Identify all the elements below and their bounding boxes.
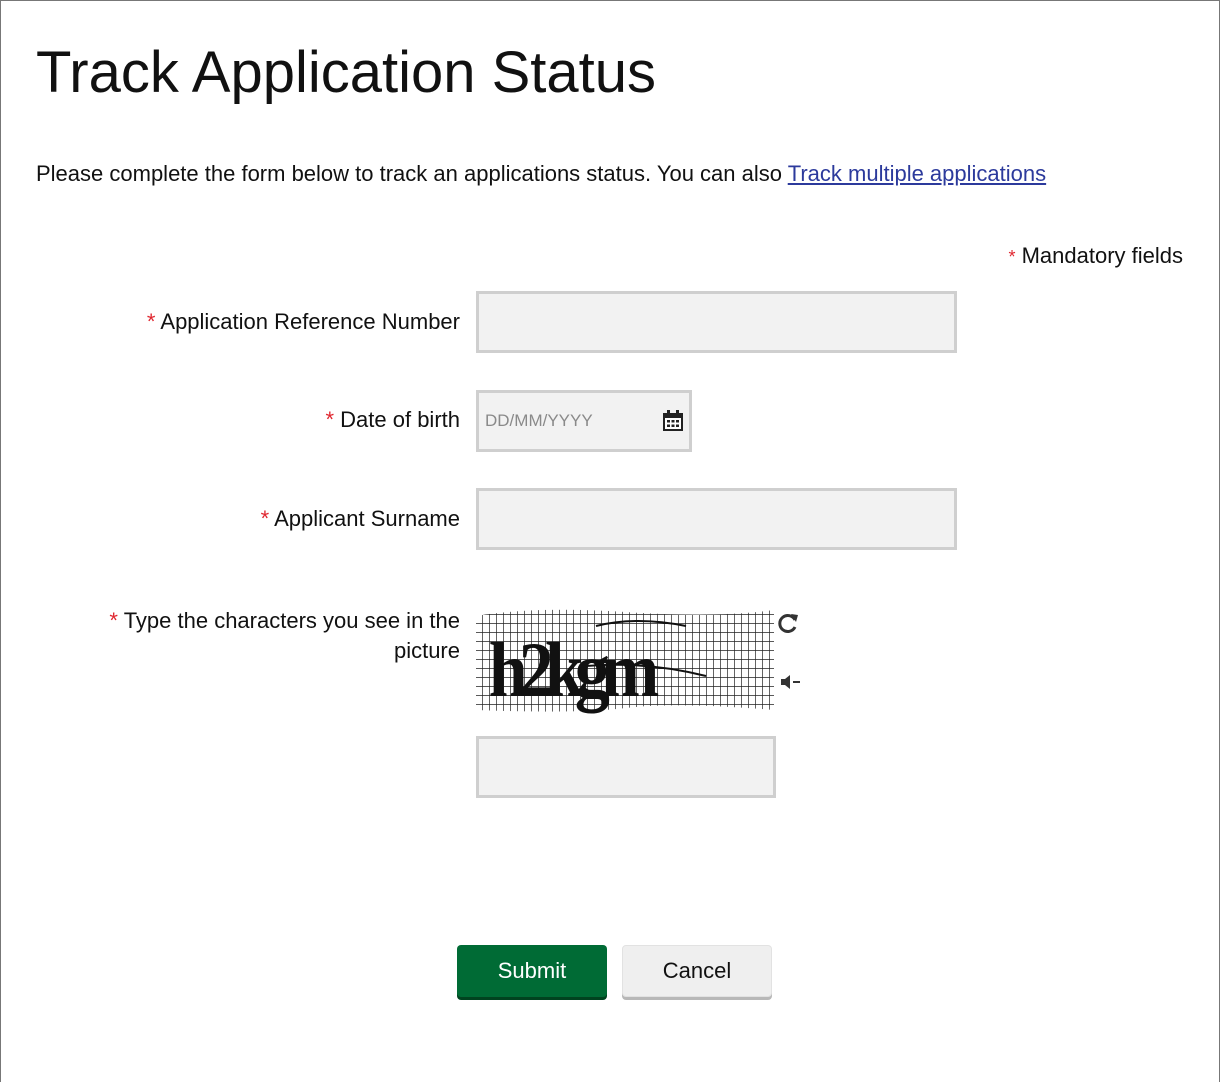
required-marker: * bbox=[109, 608, 118, 633]
captcha-image: h2kgm bbox=[476, 606, 774, 714]
mandatory-text: Mandatory fields bbox=[1021, 243, 1183, 268]
page-title: Track Application Status bbox=[36, 40, 657, 105]
required-marker: * bbox=[260, 506, 270, 531]
surname-input[interactable] bbox=[476, 488, 957, 550]
surname-label-text: Applicant Surname bbox=[274, 506, 460, 531]
surname-label: * Applicant Surname bbox=[261, 504, 460, 534]
required-marker: * bbox=[325, 407, 335, 432]
reference-number-input[interactable] bbox=[476, 291, 957, 353]
intro-sentence: Please complete the form below to track … bbox=[36, 161, 788, 186]
track-multiple-link[interactable]: Track multiple applications bbox=[788, 161, 1046, 186]
submit-button[interactable]: Submit bbox=[457, 945, 607, 997]
captcha-label-text: Type the characters you see in the pictu… bbox=[123, 608, 460, 663]
dob-input[interactable] bbox=[479, 393, 649, 449]
captcha-input[interactable] bbox=[476, 736, 776, 798]
reference-label: * Application Reference Number bbox=[147, 307, 460, 337]
captcha-label: * Type the characters you see in the pic… bbox=[80, 606, 460, 666]
cancel-button[interactable]: Cancel bbox=[622, 945, 772, 997]
refresh-icon[interactable] bbox=[777, 612, 799, 634]
intro-text: Please complete the form below to track … bbox=[36, 160, 1116, 188]
dob-label: * Date of birth bbox=[325, 405, 460, 435]
dob-label-text: Date of birth bbox=[340, 407, 460, 432]
dob-field bbox=[476, 390, 692, 452]
calendar-icon[interactable] bbox=[661, 409, 685, 433]
audio-icon[interactable] bbox=[780, 674, 802, 690]
reference-label-text: Application Reference Number bbox=[160, 309, 460, 334]
mandatory-note: * Mandatory fields bbox=[1008, 243, 1183, 269]
required-marker: * bbox=[1008, 247, 1016, 267]
required-marker: * bbox=[146, 309, 156, 334]
captcha-characters: h2kgm bbox=[489, 628, 659, 714]
